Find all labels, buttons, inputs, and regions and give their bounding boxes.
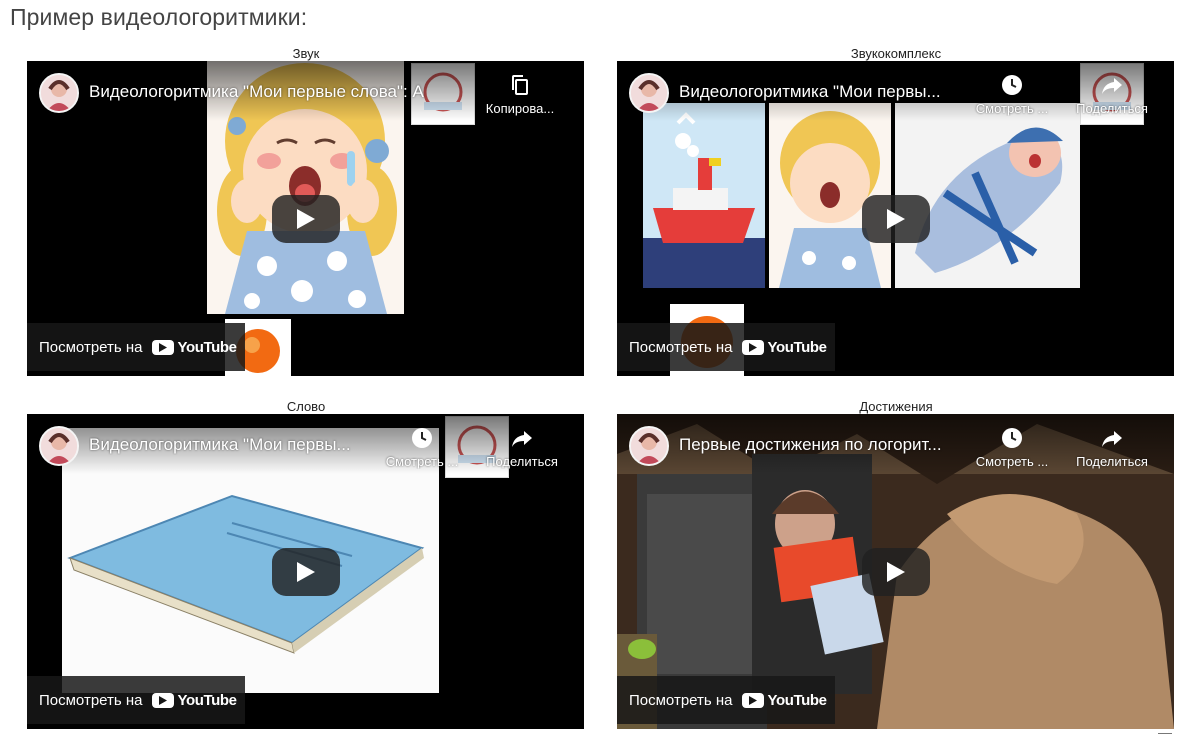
watch-later-label: Смотреть ... bbox=[975, 101, 1049, 116]
video-caption-sound: Звук bbox=[292, 46, 320, 61]
watch-later-button[interactable]: Смотреть ... bbox=[967, 73, 1057, 116]
play-button[interactable] bbox=[272, 195, 340, 243]
clock-icon bbox=[1002, 428, 1022, 448]
share-button[interactable]: Поделиться bbox=[1067, 73, 1157, 116]
youtube-logo: YouTube bbox=[152, 338, 237, 356]
youtube-logo: YouTube bbox=[742, 338, 827, 356]
watch-later-button[interactable]: Смотреть ... bbox=[377, 426, 467, 469]
watch-on-youtube-button[interactable]: Посмотреть на YouTube bbox=[27, 323, 245, 371]
youtube-play-icon bbox=[152, 339, 175, 355]
share-icon bbox=[512, 431, 532, 447]
copy-icon bbox=[512, 75, 528, 95]
youtube-wordmark: YouTube bbox=[177, 691, 237, 709]
video-title[interactable]: Видеологоритмика "Мои первые слова": А bbox=[89, 82, 484, 102]
play-icon bbox=[887, 209, 905, 229]
share-label: Поделиться bbox=[1076, 101, 1148, 116]
share-button[interactable]: Поделиться bbox=[477, 426, 567, 469]
copy-link-button[interactable]: Копирова... bbox=[475, 73, 565, 116]
watch-on-label: Посмотреть на bbox=[629, 691, 733, 709]
youtube-play-icon bbox=[152, 692, 175, 708]
channel-avatar[interactable] bbox=[629, 73, 669, 113]
watch-on-youtube-button[interactable]: Посмотреть на YouTube bbox=[27, 676, 245, 724]
watch-on-label: Посмотреть на bbox=[39, 338, 143, 356]
share-label: Поделиться bbox=[486, 454, 558, 469]
play-button[interactable] bbox=[862, 195, 930, 243]
youtube-play-icon bbox=[742, 692, 765, 708]
youtube-wordmark: YouTube bbox=[177, 338, 237, 356]
watch-later-button[interactable]: Смотреть ... bbox=[967, 426, 1057, 469]
video-caption-word: Слово bbox=[286, 399, 326, 414]
channel-avatar[interactable] bbox=[629, 426, 669, 466]
video-player-word[interactable]: Видеологоритмика "Мои первы... Смотреть … bbox=[27, 414, 584, 729]
video-player-sound[interactable]: Видеологоритмика "Мои первые слова": А К… bbox=[27, 61, 584, 376]
page-title: Пример видеологоритмики: bbox=[10, 4, 308, 30]
video-player-achievements[interactable]: Первые достижения по логорит... Смотреть… bbox=[617, 414, 1174, 729]
copy-link-label: Копирова... bbox=[485, 101, 555, 116]
channel-avatar[interactable] bbox=[39, 73, 79, 113]
youtube-wordmark: YouTube bbox=[767, 338, 827, 356]
clock-icon bbox=[1002, 75, 1022, 95]
share-label: Поделиться bbox=[1076, 454, 1148, 469]
watch-on-label: Посмотреть на bbox=[629, 338, 733, 356]
share-icon bbox=[1102, 431, 1122, 447]
share-button[interactable]: Поделиться bbox=[1067, 426, 1157, 469]
video-caption-sound-complex: Звукокомплекс bbox=[850, 46, 942, 61]
channel-avatar[interactable] bbox=[39, 426, 79, 466]
watch-on-youtube-button[interactable]: Посмотреть на YouTube bbox=[617, 323, 835, 371]
video-title[interactable]: Видеологоритмика "Мои первы... bbox=[679, 82, 969, 102]
video-thumbnail bbox=[895, 103, 1080, 288]
youtube-wordmark: YouTube bbox=[767, 691, 827, 709]
youtube-logo: YouTube bbox=[152, 691, 237, 709]
watch-on-youtube-button[interactable]: Посмотреть на YouTube bbox=[617, 676, 835, 724]
share-icon bbox=[1102, 78, 1122, 94]
play-button[interactable] bbox=[862, 548, 930, 596]
play-button[interactable] bbox=[272, 548, 340, 596]
video-player-sound-complex[interactable]: Видеологоритмика "Мои первы... Смотреть … bbox=[617, 61, 1174, 376]
play-icon bbox=[297, 209, 315, 229]
video-title[interactable]: Первые достижения по логорит... bbox=[679, 435, 969, 455]
watch-on-label: Посмотреть на bbox=[39, 691, 143, 709]
youtube-logo: YouTube bbox=[742, 691, 827, 709]
video-title[interactable]: Видеологоритмика "Мои первы... bbox=[89, 435, 379, 455]
clock-icon bbox=[412, 428, 432, 448]
play-icon bbox=[297, 562, 315, 582]
watch-later-label: Смотреть ... bbox=[975, 454, 1049, 469]
play-icon bbox=[887, 562, 905, 582]
video-caption-achievements: Достижения bbox=[859, 399, 933, 414]
youtube-play-icon bbox=[742, 339, 765, 355]
video-thumbnail bbox=[643, 103, 765, 288]
watch-later-label: Смотреть ... bbox=[385, 454, 459, 469]
